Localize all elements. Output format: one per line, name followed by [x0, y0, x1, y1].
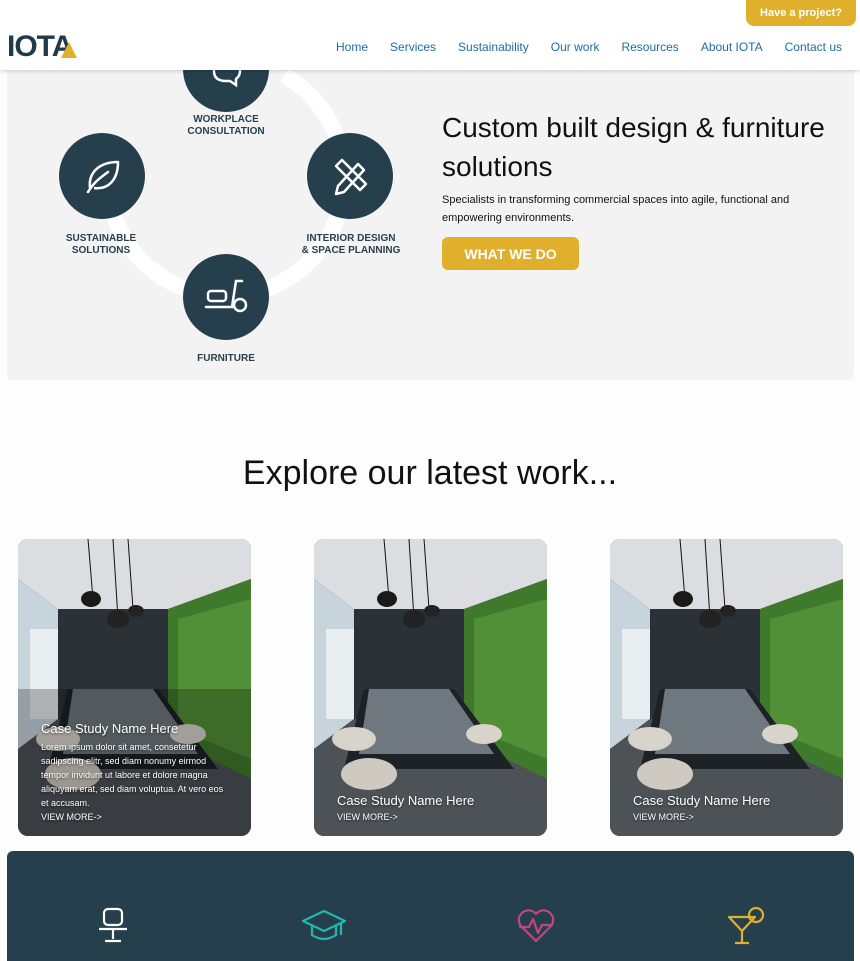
case-study-card[interactable]: Case Study Name Here VIEW MORE-> [610, 539, 843, 836]
service-label-furniture: FURNITURE [197, 353, 255, 364]
logo-triangle-icon [61, 42, 77, 58]
site-header: IOTA Have a project? Home Services Susta… [0, 0, 860, 70]
view-more-link[interactable]: VIEW MORE-> [633, 812, 825, 822]
card-text: Case Study Name Here VIEW MORE-> [633, 793, 825, 822]
interior-design-ruler-pencil-icon[interactable] [307, 133, 393, 219]
view-more-link[interactable]: VIEW MORE-> [41, 812, 233, 822]
nav-sustainability[interactable]: Sustainability [458, 40, 529, 54]
sustainable-leaf-icon[interactable] [59, 133, 145, 219]
service-label-workplace: WORKPLACE CONSULTATION [187, 114, 265, 137]
card-title: Case Study Name Here [633, 793, 771, 808]
card-body: Lorem ipsum dolor sit amet, consetetur s… [41, 742, 224, 808]
iota-logo[interactable]: IOTA [7, 32, 77, 62]
heart-pulse-icon[interactable] [515, 905, 557, 945]
boardroom-image [314, 539, 547, 836]
cocktail-icon[interactable] [725, 905, 767, 947]
graduation-cap-icon[interactable] [301, 905, 347, 945]
boardroom-image [610, 539, 843, 836]
sectors-band [7, 851, 854, 961]
nav-home[interactable]: Home [336, 40, 368, 54]
service-label-interior: INTERIOR DESIGN & SPACE PLANNING [301, 233, 401, 256]
view-more-link[interactable]: VIEW MORE-> [337, 812, 529, 822]
case-study-card[interactable]: Case Study Name Here Lorem ipsum dolor s… [18, 539, 251, 836]
latest-work-title: Explore our latest work... [242, 454, 618, 492]
service-label-sustainable: SUSTAINABLE SOLUTIONS [65, 233, 137, 256]
card-title: Case Study Name Here [41, 721, 179, 736]
office-chair-icon[interactable] [93, 905, 133, 945]
have-a-project-button[interactable]: Have a project? [746, 0, 856, 26]
nav-resources[interactable]: Resources [621, 40, 678, 54]
what-we-do-button[interactable]: WHAT WE DO [442, 237, 579, 270]
card-text: Case Study Name Here VIEW MORE-> [337, 793, 529, 822]
main-nav: Home Services Sustainability Our work Re… [314, 40, 842, 54]
nav-services[interactable]: Services [390, 40, 436, 54]
hero-section: WORKPLACE CONSULTATION SUSTAINABLE SOLUT… [7, 60, 854, 380]
hero-title: Custom built design & furniture solution… [442, 112, 825, 182]
furniture-trolley-icon[interactable] [183, 254, 269, 340]
nav-our-work[interactable]: Our work [551, 40, 600, 54]
card-text: Case Study Name Here Lorem ipsum dolor s… [41, 721, 233, 822]
case-study-card[interactable]: Case Study Name Here VIEW MORE-> [314, 539, 547, 836]
hero-subtitle: Specialists in transforming commercial s… [442, 194, 790, 224]
nav-about[interactable]: About IOTA [701, 40, 763, 54]
card-title: Case Study Name Here [337, 793, 475, 808]
nav-contact[interactable]: Contact us [785, 40, 842, 54]
